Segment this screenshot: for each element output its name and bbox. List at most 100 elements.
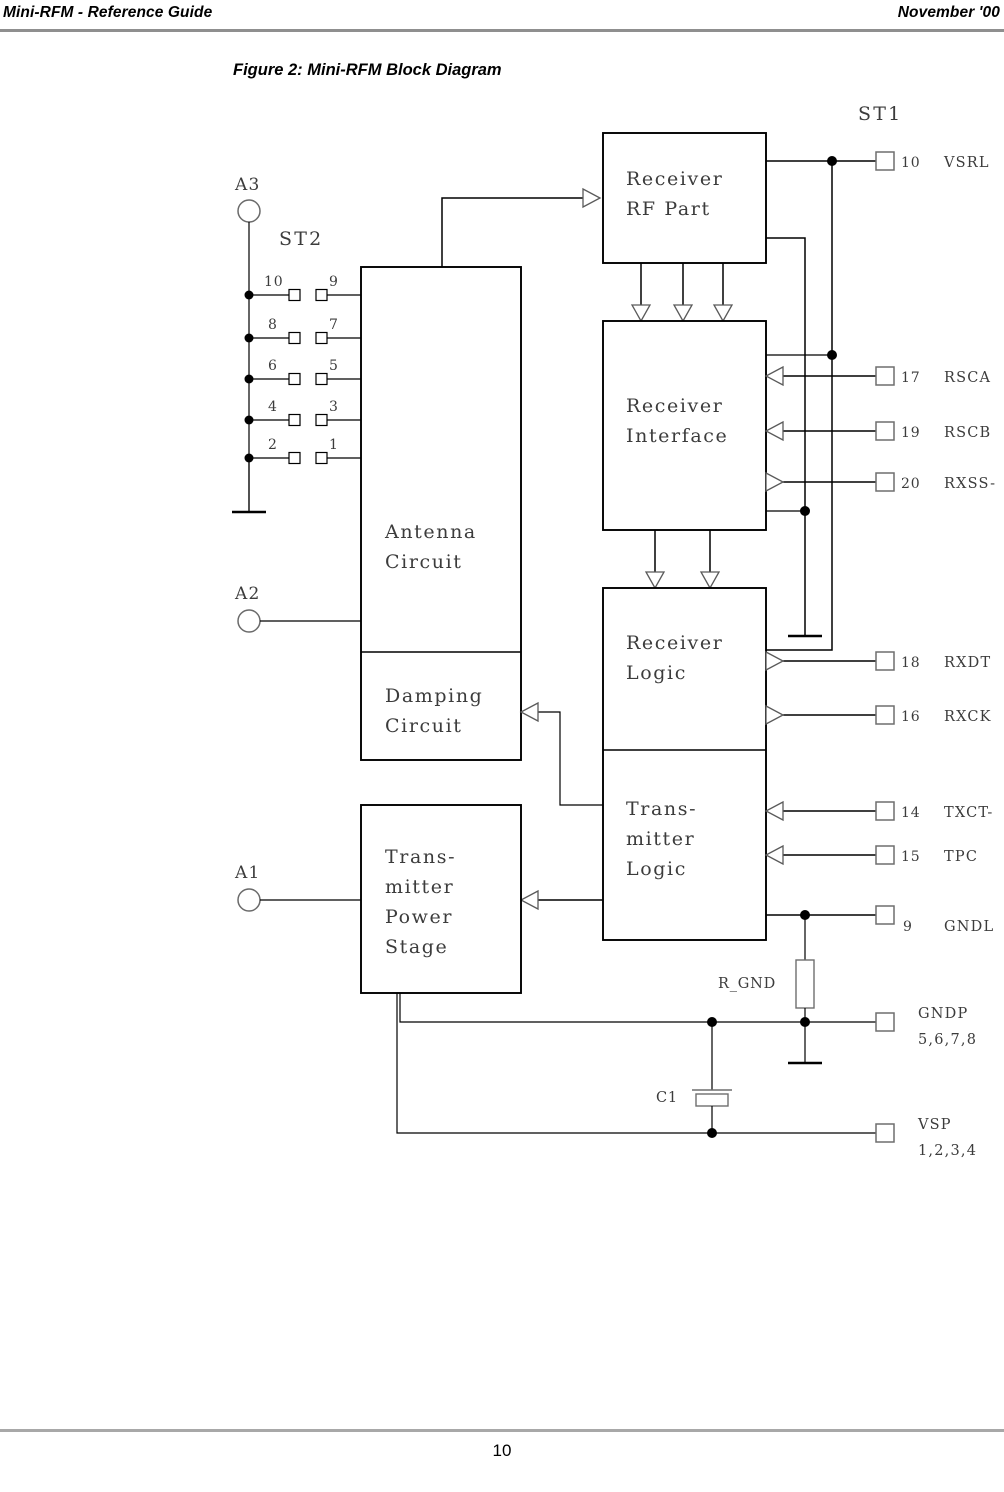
gndp-rail-group: GNDP 5,6,7,8 bbox=[399, 993, 977, 1065]
st1-pad-18[interactable] bbox=[875, 651, 895, 671]
down-arrow-icon bbox=[700, 571, 720, 589]
st1-pin-row-rxdt: 18 RXDT bbox=[765, 651, 991, 671]
output-arrow-icon bbox=[765, 651, 784, 671]
transmitter-logic-line-1: Trans- bbox=[626, 798, 697, 820]
st2-pinnum-left: 4 bbox=[268, 399, 278, 415]
power-pins-gndp: 5,6,7,8 bbox=[918, 1032, 977, 1048]
st1-pin-number: 18 bbox=[901, 655, 920, 671]
st1-pin-number: 20 bbox=[901, 476, 920, 492]
st1-signal-name: RXSS- bbox=[944, 476, 996, 492]
st1-pin-number: 14 bbox=[901, 805, 920, 821]
receiver-logic-block: Receiver Logic Trans- mitter Logic bbox=[602, 587, 767, 941]
down-arrow-icon bbox=[673, 304, 693, 322]
st1-pad-17[interactable] bbox=[875, 366, 895, 386]
st1-pin-number: 9 bbox=[903, 919, 913, 935]
st2-pad-3[interactable] bbox=[315, 413, 328, 427]
st2-pad-9[interactable] bbox=[315, 288, 328, 302]
st2-pad-10[interactable] bbox=[288, 288, 301, 302]
receiver-rf-part-line-1: Receiver bbox=[626, 168, 723, 190]
input-arrow-icon bbox=[520, 890, 539, 910]
connector-st1-label: ST1 bbox=[858, 103, 902, 125]
terminal-a1[interactable] bbox=[237, 888, 261, 912]
receiver-interface-block: Receiver Interface bbox=[602, 320, 767, 531]
input-arrow-icon bbox=[765, 421, 784, 441]
terminal-a1-label: A1 bbox=[234, 863, 261, 883]
input-arrow-icon bbox=[520, 702, 539, 722]
transmitter-logic-line-2: mitter bbox=[626, 828, 695, 850]
st2-pinnum-right: 7 bbox=[329, 317, 339, 333]
st1-pad-19[interactable] bbox=[875, 421, 895, 441]
terminal-a2[interactable] bbox=[237, 609, 261, 633]
st1-pin-row-rsca: 17 RSCA bbox=[765, 366, 991, 386]
output-arrow-icon bbox=[765, 705, 784, 725]
power-signal-vsp: VSP bbox=[917, 1117, 952, 1133]
st1-pad-20[interactable] bbox=[875, 472, 895, 492]
st2-pad-6[interactable] bbox=[288, 372, 301, 386]
header-title-left: Mini-RFM - Reference Guide bbox=[3, 4, 213, 21]
st1-pad-15[interactable] bbox=[875, 845, 895, 865]
antenna-circuit-line-1: Antenna bbox=[384, 521, 477, 543]
output-arrow-icon bbox=[765, 472, 784, 492]
st2-pad-1[interactable] bbox=[315, 451, 328, 465]
st1-pin-row-rxss: 20 RXSS- bbox=[765, 472, 996, 492]
input-arrow-icon bbox=[765, 801, 784, 821]
st1-signal-name: GNDL bbox=[944, 919, 994, 935]
st2-pad-2[interactable] bbox=[288, 451, 301, 465]
junction-dot bbox=[827, 156, 837, 166]
txlogic-to-damping-wires bbox=[520, 702, 603, 806]
transmitter-power-stage-block: Trans- mitter Power Stage bbox=[360, 804, 522, 994]
st2-pinnum-left: 8 bbox=[268, 317, 278, 333]
st2-pinnum-right: 5 bbox=[329, 358, 339, 374]
capacitor-c1-group: C1 bbox=[656, 1022, 732, 1133]
junction-dot bbox=[707, 1128, 717, 1138]
st1-pad-16[interactable] bbox=[875, 705, 895, 725]
antenna-to-rf-wire bbox=[441, 197, 583, 267]
resistor-r-gnd-body bbox=[795, 959, 815, 1009]
down-arrow-icon bbox=[631, 304, 651, 322]
st1-signal-name: RSCA bbox=[944, 370, 991, 386]
st1-pin-number: 10 bbox=[901, 155, 920, 171]
st1-pad-9[interactable] bbox=[875, 905, 895, 925]
st1-signal-name: RXDT bbox=[944, 655, 991, 671]
tx-power-line-1: Trans- bbox=[385, 846, 456, 868]
input-arrow-icon bbox=[765, 845, 784, 865]
st2-pinnum-left: 10 bbox=[264, 274, 283, 290]
footer-divider bbox=[0, 1429, 1004, 1432]
power-pad-vsp[interactable] bbox=[875, 1123, 895, 1143]
receiver-rf-part-line-2: RF Part bbox=[626, 198, 711, 220]
st1-pad-10[interactable] bbox=[875, 151, 895, 171]
damping-circuit-line-2: Circuit bbox=[385, 715, 463, 737]
st2-pad-8[interactable] bbox=[288, 331, 301, 345]
st2-pad-4[interactable] bbox=[288, 413, 301, 427]
interface-to-logic-wires bbox=[645, 530, 720, 589]
capacitor-c1-label: C1 bbox=[656, 1090, 678, 1106]
rf-feedback-bus-wire bbox=[766, 237, 806, 601]
resistor-r-gnd-label: R_GND bbox=[718, 976, 776, 992]
junction-dot bbox=[800, 506, 810, 516]
st1-pin-number: 16 bbox=[901, 709, 920, 725]
st1-pin-row-rxck: 16 RXCK bbox=[765, 705, 991, 725]
header-divider bbox=[0, 29, 1004, 32]
terminal-a3[interactable] bbox=[237, 199, 261, 223]
tx-power-line-3: Power bbox=[385, 906, 453, 928]
st2-pinnum-right: 3 bbox=[329, 399, 339, 415]
st1-pin-row-rscb: 19 RSCB bbox=[765, 421, 990, 441]
down-arrow-icon bbox=[645, 571, 665, 589]
st2-pinnum-right: 1 bbox=[329, 437, 339, 453]
tx-power-line-4: Stage bbox=[385, 936, 448, 958]
document-page: Mini-RFM - Reference Guide November '00 … bbox=[0, 0, 1004, 1492]
receiver-logic-line-1: Receiver bbox=[626, 632, 723, 654]
st2-pad-7[interactable] bbox=[315, 331, 328, 345]
terminal-a2-group: A2 bbox=[234, 584, 361, 633]
st1-pad-14[interactable] bbox=[875, 801, 895, 821]
damping-circuit-line-1: Damping bbox=[385, 685, 483, 707]
st2-pinnum-left: 2 bbox=[268, 437, 278, 453]
antenna-circuit-block: Antenna Circuit Damping Circuit bbox=[360, 266, 522, 761]
st2-pad-5[interactable] bbox=[315, 372, 328, 386]
antenna-to-rf-wire-group bbox=[441, 188, 601, 267]
st2-pinnum-right: 9 bbox=[329, 274, 339, 290]
st1-pin-row-vsrl: 10 VSRL bbox=[766, 151, 989, 171]
terminal-a1-group: A1 bbox=[234, 863, 361, 912]
power-pad-gndp[interactable] bbox=[875, 1012, 895, 1032]
transmitter-power-stage-outline bbox=[360, 804, 522, 994]
